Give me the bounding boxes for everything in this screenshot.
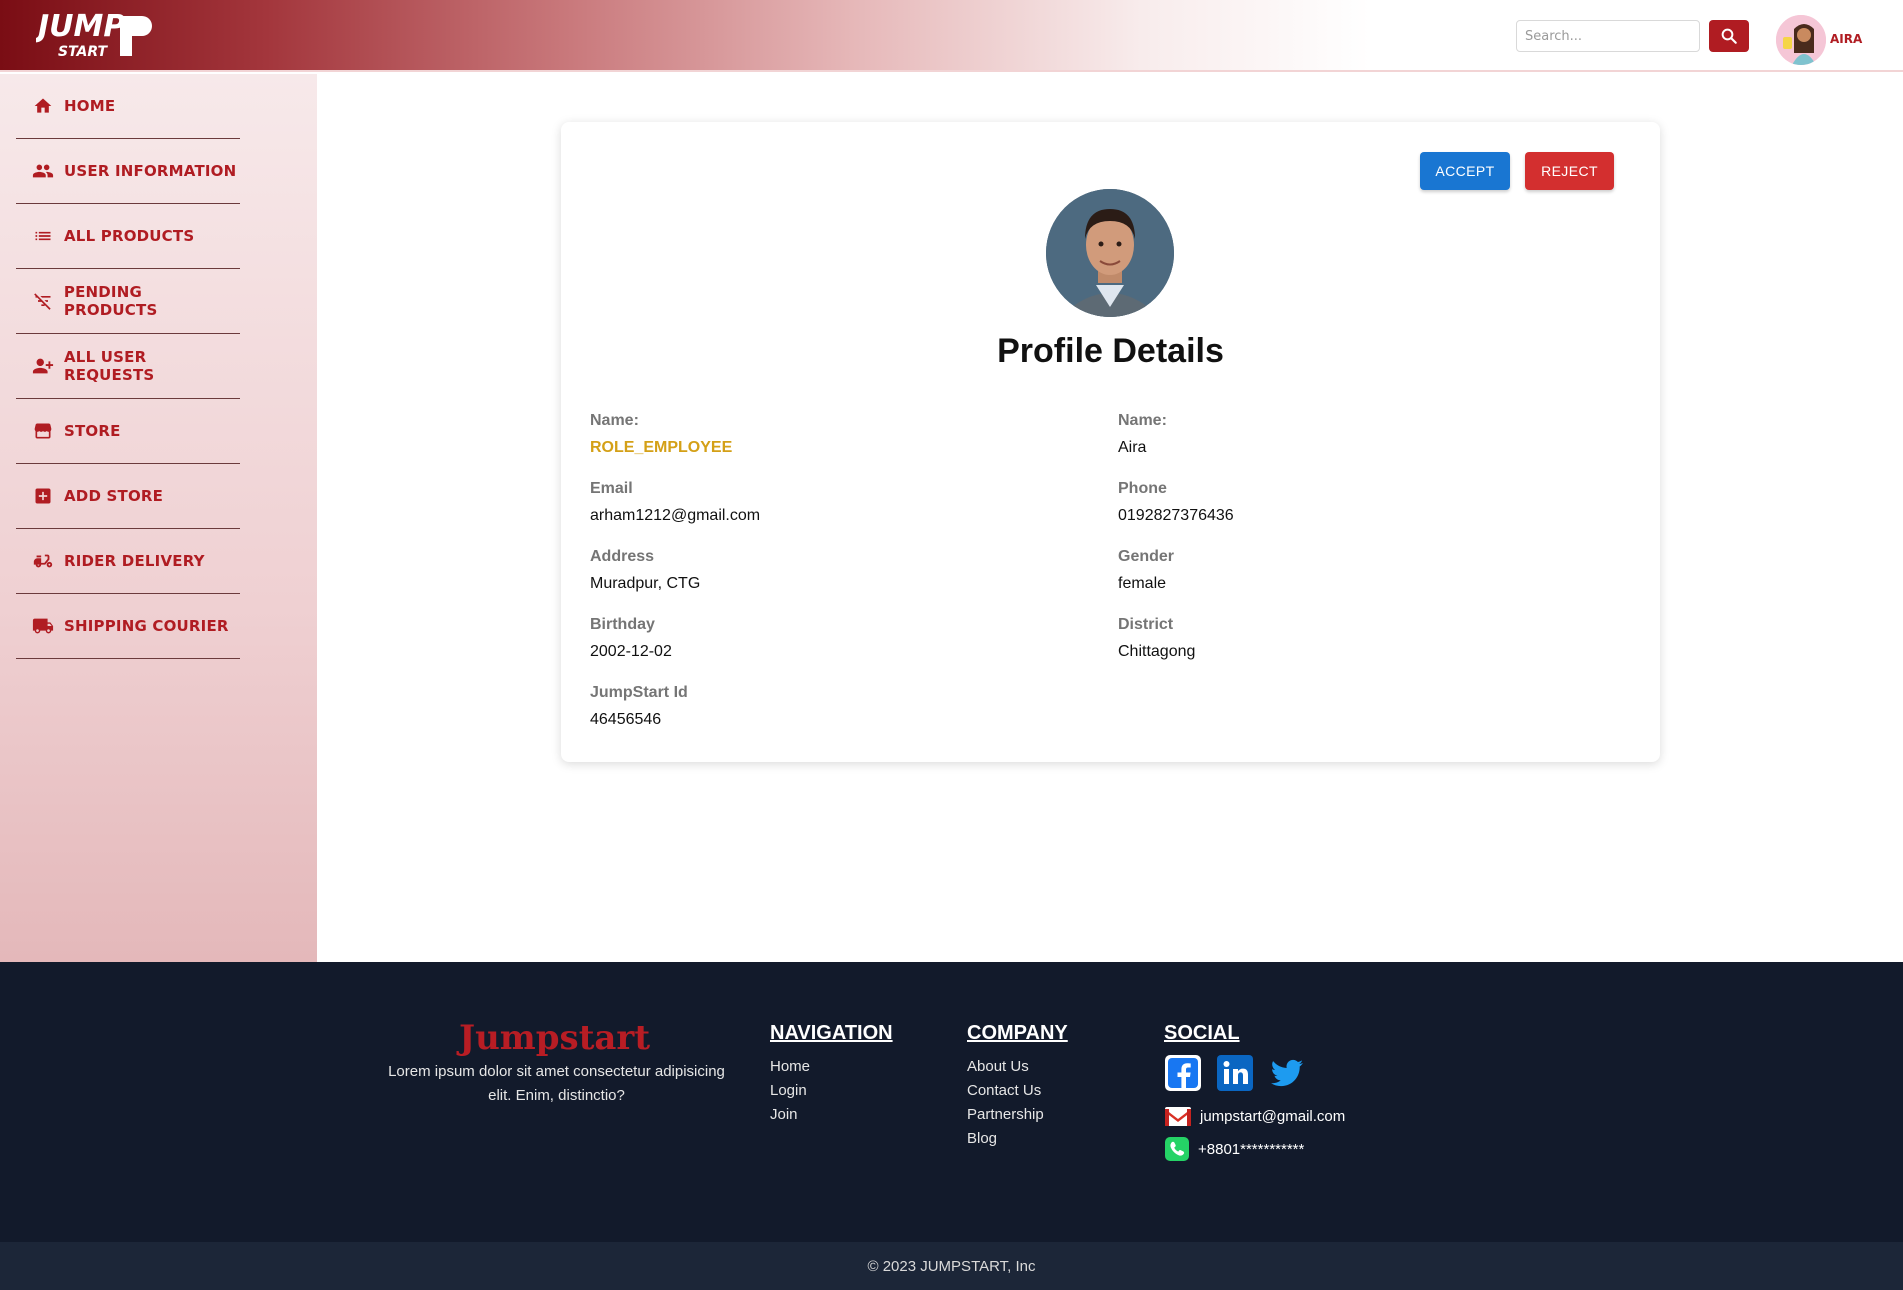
linkedin-icon[interactable] bbox=[1216, 1054, 1254, 1092]
footer-brand: Jumpstart bbox=[459, 1018, 651, 1058]
gmail-icon bbox=[1165, 1107, 1191, 1126]
footer-link-partnership[interactable]: Partnership bbox=[967, 1106, 1044, 1123]
field-birthday: Birthday 2002-12-02 bbox=[590, 616, 672, 661]
footer-email: jumpstart@gmail.com bbox=[1200, 1107, 1346, 1125]
sidebar: HOME USER INFORMATION ALL PRODUCTS PENDI… bbox=[0, 74, 317, 962]
add-box-icon bbox=[32, 485, 54, 507]
field-label: District bbox=[1118, 616, 1174, 633]
logo-p-shape bbox=[120, 16, 152, 56]
avatar-illustration-icon bbox=[1776, 15, 1826, 65]
truck-icon bbox=[32, 615, 54, 637]
field-address: Address Muradpur, CTG bbox=[590, 548, 700, 593]
field-jumpstart-id: JumpStart Id 46456546 bbox=[590, 684, 688, 729]
phone-icon bbox=[1165, 1137, 1189, 1161]
sidebar-item-all-user-requests[interactable]: ALL USER REQUESTS bbox=[16, 334, 240, 399]
sidebar-item-shipping-courier[interactable]: SHIPPING COURIER bbox=[16, 594, 240, 659]
field-name-role: Name: ROLE_EMPLOYEE bbox=[590, 412, 732, 457]
logo-text-bottom: START bbox=[58, 44, 109, 60]
sidebar-item-store[interactable]: STORE bbox=[16, 399, 240, 464]
footer-link-contact-us[interactable]: Contact Us bbox=[967, 1082, 1041, 1099]
sidebar-item-rider-delivery[interactable]: RIDER DELIVERY bbox=[16, 529, 240, 594]
profile-portrait-icon bbox=[1046, 189, 1174, 317]
profile-photo bbox=[1046, 189, 1174, 317]
jumpstart-logo[interactable]: JUMP START bbox=[36, 4, 156, 64]
footer-link-login[interactable]: Login bbox=[770, 1082, 807, 1099]
field-value: 0192827376436 bbox=[1118, 507, 1234, 524]
home-icon bbox=[32, 95, 54, 117]
sidebar-item-label: STORE bbox=[64, 422, 121, 440]
footer-phone: +8801*********** bbox=[1198, 1140, 1305, 1158]
field-label: Address bbox=[590, 548, 655, 565]
field-value: Muradpur, CTG bbox=[590, 575, 701, 592]
field-name: Name: Aira bbox=[1118, 412, 1167, 457]
field-label: Name: bbox=[1118, 412, 1167, 429]
page-title: Profile Details bbox=[997, 332, 1224, 370]
twitter-icon[interactable] bbox=[1268, 1054, 1306, 1092]
role-value: ROLE_EMPLOYEE bbox=[590, 439, 733, 456]
sidebar-item-label: ADD STORE bbox=[64, 487, 164, 505]
sidebar-item-label: RIDER DELIVERY bbox=[64, 552, 205, 570]
reject-button[interactable]: REJECT bbox=[1525, 152, 1614, 190]
sidebar-item-pending-products[interactable]: PENDING PRODUCTS bbox=[16, 269, 240, 334]
copyright-bar: © 2023 JUMPSTART, Inc bbox=[0, 1242, 1903, 1290]
logo-text-top: JUMP bbox=[36, 9, 125, 44]
footer-link-blog[interactable]: Blog bbox=[967, 1130, 997, 1147]
sidebar-item-home[interactable]: HOME bbox=[16, 74, 240, 139]
field-label: Name: bbox=[590, 412, 639, 429]
accept-button[interactable]: ACCEPT bbox=[1420, 152, 1510, 190]
field-value: Chittagong bbox=[1118, 643, 1196, 660]
sidebar-item-label: USER INFORMATION bbox=[64, 162, 237, 180]
user-name[interactable]: AIRA bbox=[1830, 32, 1862, 46]
footer-phone-row[interactable]: +8801*********** bbox=[1164, 1136, 1304, 1162]
field-value: Aira bbox=[1118, 439, 1147, 456]
facebook-icon[interactable] bbox=[1164, 1054, 1202, 1092]
footer-email-row[interactable]: jumpstart@gmail.com bbox=[1164, 1104, 1345, 1128]
top-header: JUMP START AIRA bbox=[0, 0, 1903, 72]
sidebar-item-label: PENDING PRODUCTS bbox=[63, 283, 158, 319]
field-email: Email arham1212@gmail.com bbox=[590, 480, 760, 525]
sidebar-item-all-products[interactable]: ALL PRODUCTS bbox=[16, 204, 240, 269]
field-value: 46456546 bbox=[590, 711, 662, 728]
field-label: Gender bbox=[1118, 548, 1175, 565]
footer-description: Lorem ipsum dolor sit amet consectetur a… bbox=[388, 1063, 725, 1104]
footer-link-join[interactable]: Join bbox=[770, 1106, 798, 1123]
field-value: 2002-12-02 bbox=[590, 643, 672, 660]
field-label: JumpStart Id bbox=[590, 684, 688, 701]
moped-icon bbox=[32, 550, 54, 572]
storefront-icon bbox=[32, 420, 54, 442]
field-label: Phone bbox=[1118, 480, 1167, 497]
filter-off-icon bbox=[32, 290, 54, 312]
field-phone: Phone 0192827376436 bbox=[1118, 480, 1234, 525]
sidebar-item-label: HOME bbox=[64, 97, 116, 115]
people-icon bbox=[32, 160, 54, 182]
field-label: Birthday bbox=[590, 616, 655, 633]
footer-navigation-heading: NAVIGATION bbox=[770, 1022, 893, 1044]
field-value: female bbox=[1118, 575, 1167, 592]
profile-card: ACCEPT REJECT Profile Details Name: ROLE… bbox=[561, 122, 1660, 762]
person-add-icon bbox=[32, 355, 54, 377]
footer-link-home[interactable]: Home bbox=[770, 1058, 810, 1075]
magnifier-icon bbox=[1721, 28, 1737, 44]
sidebar-item-label: SHIPPING COURIER bbox=[64, 617, 229, 635]
footer-social-heading: SOCIAL bbox=[1164, 1022, 1240, 1044]
user-avatar[interactable] bbox=[1776, 15, 1826, 65]
sidebar-item-label: ALL USER REQUESTS bbox=[64, 348, 155, 384]
footer-link-about-us[interactable]: About Us bbox=[967, 1058, 1029, 1075]
footer-company-heading: COMPANY bbox=[967, 1022, 1068, 1044]
field-district: District Chittagong bbox=[1118, 616, 1195, 661]
field-gender: Gender female bbox=[1118, 548, 1174, 593]
sidebar-item-add-store[interactable]: ADD STORE bbox=[16, 464, 240, 529]
footer: Jumpstart Lorem ipsum dolor sit amet con… bbox=[0, 962, 1903, 1242]
sidebar-item-user-information[interactable]: USER INFORMATION bbox=[16, 139, 240, 204]
sidebar-item-label: ALL PRODUCTS bbox=[64, 227, 195, 245]
field-label: Email bbox=[590, 480, 633, 497]
copyright-text: © 2023 JUMPSTART, Inc bbox=[867, 1257, 1036, 1275]
search-input[interactable] bbox=[1516, 20, 1700, 52]
list-icon bbox=[32, 225, 54, 247]
field-value: arham1212@gmail.com bbox=[590, 507, 761, 524]
search-button[interactable] bbox=[1709, 20, 1749, 52]
